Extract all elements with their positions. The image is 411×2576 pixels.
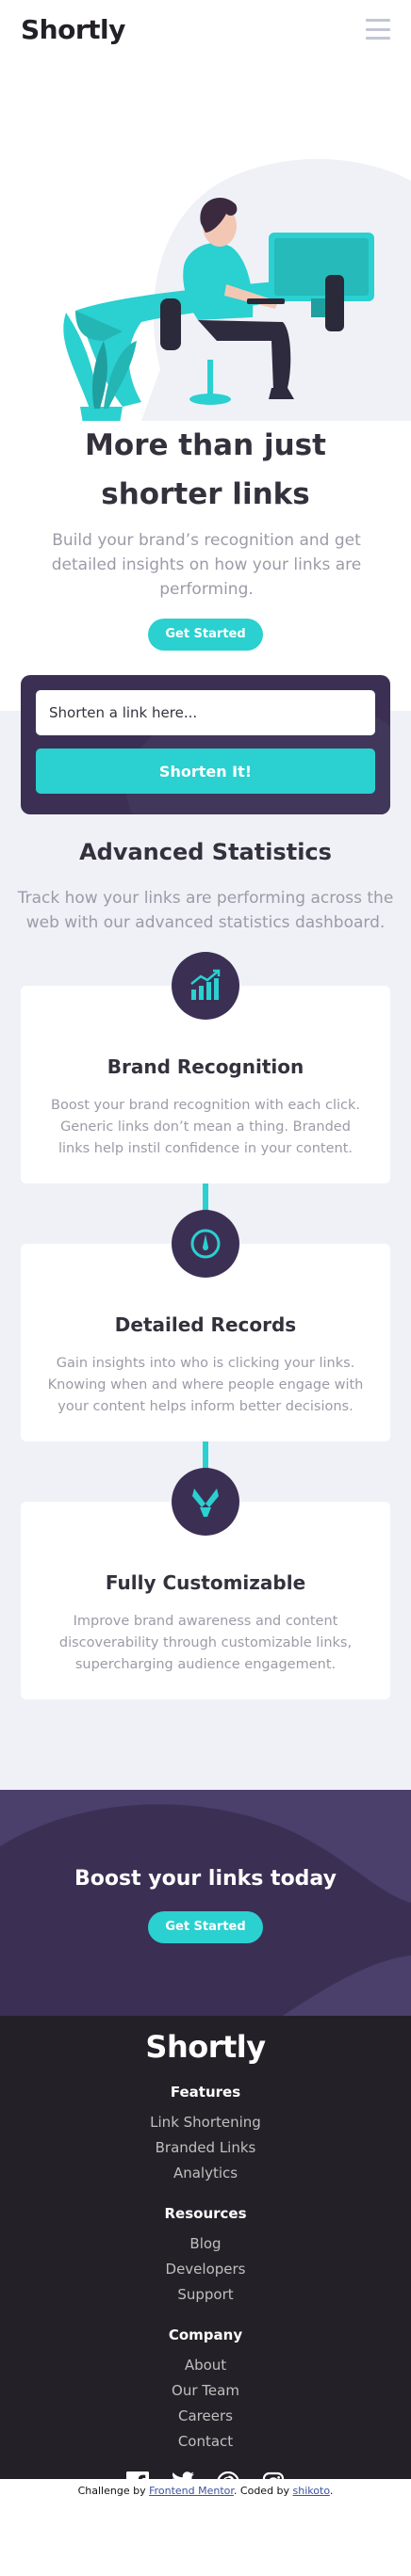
footer-column-title: Company [168, 2326, 243, 2343]
footer-link[interactable]: About [0, 2353, 411, 2378]
boost-get-started-button[interactable]: Get Started [148, 1911, 263, 1943]
author-link[interactable]: shikoto [293, 2485, 330, 2497]
footer-link[interactable]: Our Team [0, 2378, 411, 2404]
feature-card: Detailed Records Gain insights into who … [21, 1210, 390, 1441]
card-text: Improve brand awareness and content disc… [58, 1614, 353, 1672]
footer-link[interactable]: Analytics [0, 2161, 411, 2186]
hero-section: More than just shorter links Build your … [0, 327, 411, 651]
feature-card: Fully Customizable Improve brand awarene… [21, 1468, 390, 1699]
shorten-form: Shorten It! [21, 675, 390, 814]
site-header: Shortly [0, 0, 411, 58]
footer-link[interactable]: Careers [0, 2404, 411, 2429]
footer-link[interactable]: Developers [0, 2257, 411, 2282]
footer-column-title: Features [170, 2084, 241, 2101]
footer-column-features: Features Link Shortening Branded Links A… [0, 2084, 411, 2186]
brand-recognition-icon [172, 952, 239, 1020]
site-footer: Shortly Features Link Shortening Branded… [0, 2016, 411, 2495]
footer-column-title: Resources [164, 2205, 247, 2222]
feature-cards: Brand Recognition Boost your brand recog… [0, 952, 411, 1699]
card-text: Gain insights into who is clicking your … [47, 1356, 364, 1414]
detailed-records-icon [172, 1210, 239, 1278]
hamburger-icon[interactable] [366, 19, 390, 40]
footer-link[interactable]: Support [0, 2282, 411, 2308]
footer-link[interactable]: Contact [0, 2429, 411, 2455]
attribution-middle: . Coded by [233, 2485, 293, 2497]
attribution-prefix: Challenge by [77, 2485, 150, 2497]
attribution-suffix: . [329, 2485, 334, 2497]
site-logo[interactable]: Shortly [21, 14, 125, 45]
frontend-mentor-link[interactable]: Frontend Mentor [149, 2485, 234, 2497]
stats-subtitle: Track how your links are performing acro… [17, 889, 394, 932]
get-started-button[interactable]: Get Started [148, 619, 263, 651]
hero-title: More than just shorter links [85, 428, 326, 511]
footer-link[interactable]: Link Shortening [0, 2110, 411, 2135]
footer-link[interactable]: Blog [0, 2231, 411, 2257]
footer-column-resources: Resources Blog Developers Support [0, 2205, 411, 2308]
shorten-button[interactable]: Shorten It! [36, 749, 375, 794]
hero-subtitle: Build your brand’s recognition and get d… [51, 531, 362, 599]
fully-customizable-icon [172, 1468, 239, 1536]
footer-link[interactable]: Branded Links [0, 2135, 411, 2161]
stats-title: Advanced Statistics [79, 839, 332, 865]
feature-card: Brand Recognition Boost your brand recog… [21, 952, 390, 1183]
card-title: Fully Customizable [105, 1571, 306, 1594]
card-title: Brand Recognition [107, 1055, 304, 1078]
card-title: Detailed Records [114, 1313, 297, 1336]
footer-column-company: Company About Our Team Careers Contact [0, 2326, 411, 2455]
attribution: Challenge by Frontend Mentor. Coded by s… [0, 2479, 411, 2504]
boost-section: Boost your links today Get Started [0, 1790, 411, 2016]
boost-title: Boost your links today [74, 1867, 337, 1891]
statistics-section: Shorten It! Advanced Statistics Track ho… [0, 675, 411, 1790]
link-input[interactable] [36, 690, 375, 735]
footer-logo[interactable]: Shortly [0, 2029, 411, 2065]
card-text: Boost your brand recognition with each c… [51, 1098, 360, 1156]
